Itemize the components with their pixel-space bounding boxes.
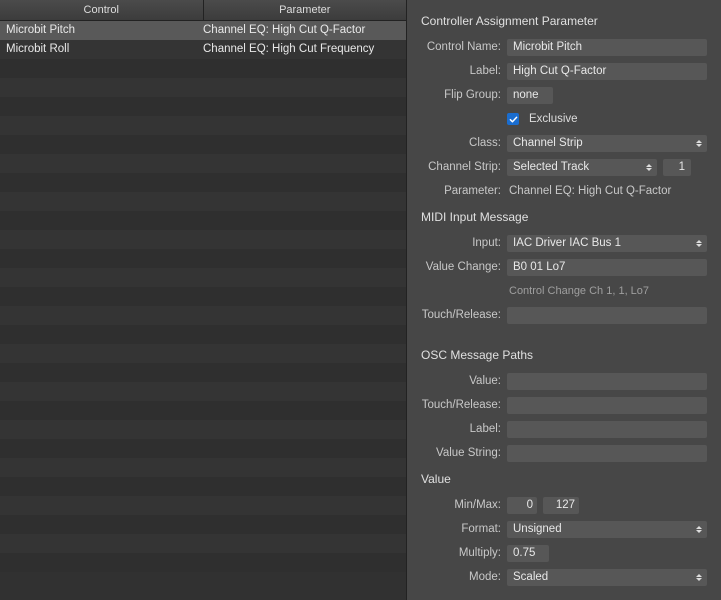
- inspector-panel: Controller Assignment Parameter Control …: [407, 0, 721, 600]
- label-osc-label: Label:: [419, 423, 507, 435]
- table-row[interactable]: Microbit Pitch Channel EQ: High Cut Q-Fa…: [0, 21, 406, 40]
- cell-control: Microbit Pitch: [0, 21, 197, 40]
- table-row: [0, 268, 406, 287]
- label-control-name: Control Name:: [419, 41, 507, 53]
- header-parameter[interactable]: Parameter: [204, 0, 407, 20]
- label-value-change: Value Change:: [419, 261, 507, 273]
- table-row: [0, 363, 406, 382]
- table-row: [0, 230, 406, 249]
- mode-popup-value: Scaled: [513, 571, 548, 583]
- header-control[interactable]: Control: [0, 0, 204, 20]
- section-osc-message-paths: OSC Message Paths: [421, 348, 707, 362]
- table-row: [0, 534, 406, 553]
- label-class: Class:: [419, 137, 507, 149]
- max-input[interactable]: 127: [543, 497, 579, 514]
- osc-value-input[interactable]: [507, 373, 707, 390]
- cell-parameter: Channel EQ: High Cut Q-Factor: [197, 21, 406, 40]
- channel-strip-popup[interactable]: Selected Track: [507, 159, 657, 176]
- exclusive-label: Exclusive: [529, 113, 578, 125]
- mode-popup[interactable]: Scaled: [507, 569, 707, 586]
- table-row: [0, 116, 406, 135]
- updown-icon: [694, 522, 704, 537]
- midi-touch-release-input[interactable]: [507, 307, 707, 324]
- table-row: [0, 173, 406, 192]
- flip-group-input[interactable]: none: [507, 87, 553, 104]
- table-row: [0, 496, 406, 515]
- label-input: Input:: [419, 237, 507, 249]
- format-popup-value: Unsigned: [513, 523, 562, 535]
- value-change-hint: Control Change Ch 1, 1, Lo7: [507, 285, 649, 297]
- midi-input-popup[interactable]: IAC Driver IAC Bus 1: [507, 235, 707, 252]
- channel-strip-number-input[interactable]: 1: [663, 159, 691, 176]
- label-parameter: Parameter:: [419, 185, 507, 197]
- section-controller-assignment-parameter: Controller Assignment Parameter: [421, 14, 707, 28]
- label-osc-value: Value:: [419, 375, 507, 387]
- label-multiply: Multiply:: [419, 547, 507, 559]
- label-osc-touch-release: Touch/Release:: [419, 399, 507, 411]
- osc-value-string-input[interactable]: [507, 445, 707, 462]
- assignment-list-panel: Control Parameter Microbit Pitch Channel…: [0, 0, 407, 600]
- table-row: [0, 287, 406, 306]
- cell-parameter: Channel EQ: High Cut Frequency: [197, 40, 406, 59]
- table-row: [0, 154, 406, 173]
- table-row: [0, 59, 406, 78]
- exclusive-checkbox[interactable]: [507, 113, 519, 125]
- table-row: [0, 515, 406, 534]
- list-body: Microbit Pitch Channel EQ: High Cut Q-Fa…: [0, 21, 406, 600]
- updown-icon: [694, 236, 704, 251]
- channel-strip-popup-value: Selected Track: [513, 161, 589, 173]
- class-popup-value: Channel Strip: [513, 137, 583, 149]
- min-input[interactable]: 0: [507, 497, 537, 514]
- label-minmax: Min/Max:: [419, 499, 507, 511]
- cell-control: Microbit Roll: [0, 40, 197, 59]
- table-row: [0, 553, 406, 572]
- label-touch-release: Touch/Release:: [419, 309, 507, 321]
- table-row: [0, 477, 406, 496]
- table-row: [0, 135, 406, 154]
- table-row: [0, 401, 406, 420]
- table-row: [0, 382, 406, 401]
- osc-touch-release-input[interactable]: [507, 397, 707, 414]
- table-row: [0, 325, 406, 344]
- table-row: [0, 192, 406, 211]
- table-row: [0, 211, 406, 230]
- table-row[interactable]: Microbit Roll Channel EQ: High Cut Frequ…: [0, 40, 406, 59]
- table-row: [0, 97, 406, 116]
- updown-icon: [694, 570, 704, 585]
- midi-input-popup-value: IAC Driver IAC Bus 1: [513, 237, 621, 249]
- label-flip-group: Flip Group:: [419, 89, 507, 101]
- parameter-readout: Channel EQ: High Cut Q-Factor: [507, 185, 671, 197]
- label-osc-value-string: Value String:: [419, 447, 507, 459]
- table-row: [0, 439, 406, 458]
- label-channel-strip: Channel Strip:: [419, 161, 507, 173]
- multiply-input[interactable]: 0.75: [507, 545, 549, 562]
- class-popup[interactable]: Channel Strip: [507, 135, 707, 152]
- osc-label-input[interactable]: [507, 421, 707, 438]
- format-popup[interactable]: Unsigned: [507, 521, 707, 538]
- section-midi-input-message: MIDI Input Message: [421, 210, 707, 224]
- table-row: [0, 458, 406, 477]
- table-row: [0, 249, 406, 268]
- label-input[interactable]: High Cut Q-Factor: [507, 63, 707, 80]
- updown-icon: [644, 160, 654, 175]
- updown-icon: [694, 136, 704, 151]
- control-name-input[interactable]: Microbit Pitch: [507, 39, 707, 56]
- list-header: Control Parameter: [0, 0, 406, 21]
- label-mode: Mode:: [419, 571, 507, 583]
- table-row: [0, 420, 406, 439]
- checkmark-icon: [509, 115, 518, 124]
- value-change-input[interactable]: B0 01 Lo7: [507, 259, 707, 276]
- label-format: Format:: [419, 523, 507, 535]
- table-row: [0, 78, 406, 97]
- label-label: Label:: [419, 65, 507, 77]
- table-row: [0, 306, 406, 325]
- section-value: Value: [421, 472, 707, 486]
- table-row: [0, 344, 406, 363]
